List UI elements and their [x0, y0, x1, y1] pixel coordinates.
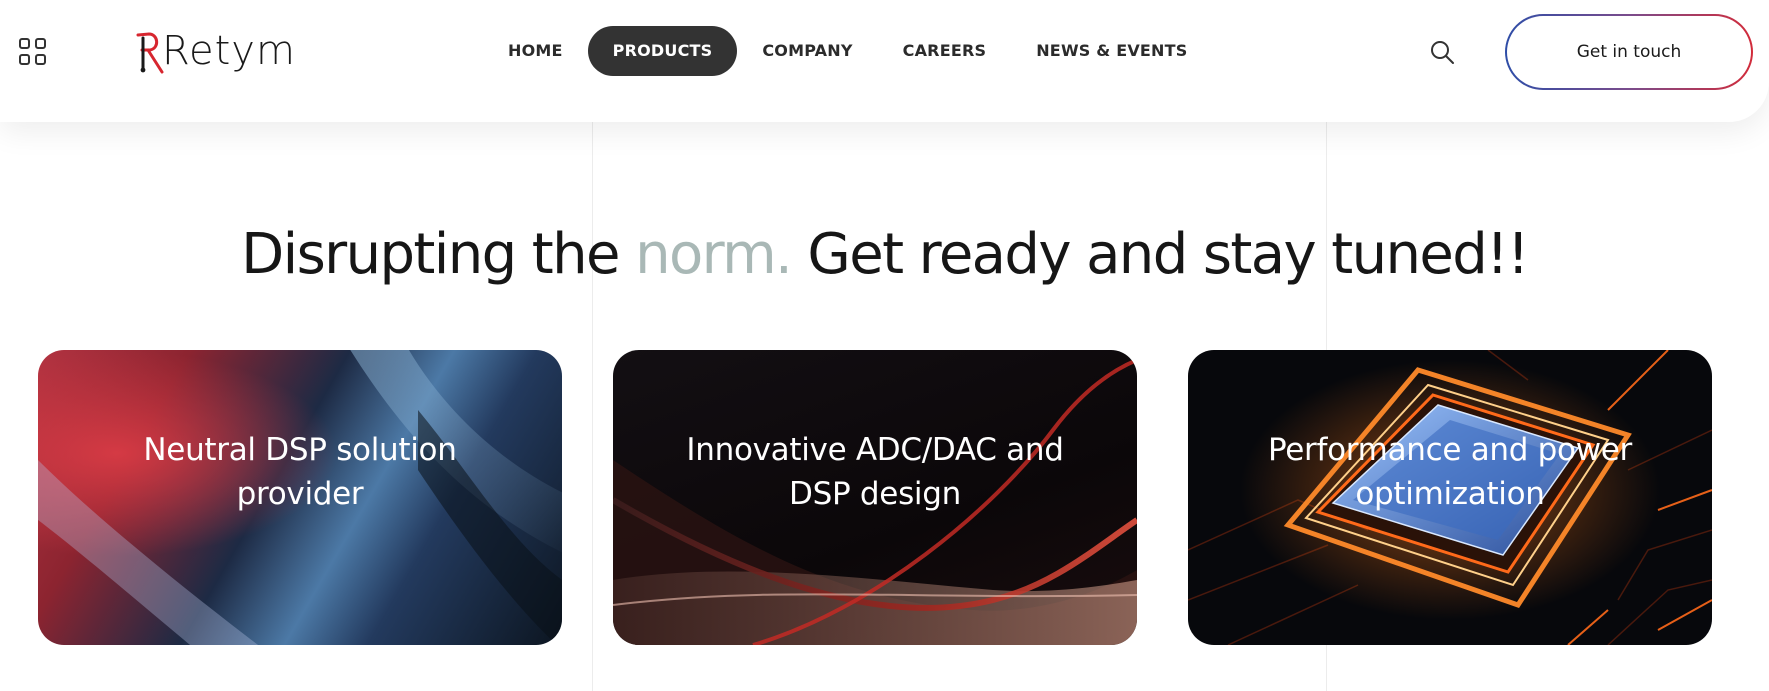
nav-item-products[interactable]: PRODUCTS [587, 26, 738, 76]
nav-item-news-events[interactable]: NEWS & EVENTS [1011, 26, 1212, 76]
grid-menu-icon[interactable] [19, 38, 47, 66]
feature-card-performance[interactable]: Performance and power optimization [1188, 350, 1712, 645]
search-icon[interactable] [1428, 38, 1456, 66]
page: Retym HOME PRODUCTS COMPANY CAREERS NEWS… [0, 0, 1769, 691]
logo-text: Retym [162, 28, 296, 74]
card-title: Neutral DSP solution provider [143, 432, 457, 512]
get-in-touch-button[interactable]: Get in touch [1505, 14, 1753, 90]
nav-item-company[interactable]: COMPANY [737, 26, 877, 76]
nav-item-home[interactable]: HOME [488, 26, 588, 76]
headline-part2: Get ready and stay tuned!! [791, 222, 1529, 287]
headline-part1: Disrupting the [241, 222, 636, 287]
feature-card-adc-dac[interactable]: Innovative ADC/DAC and DSP design [613, 350, 1137, 645]
nav-item-careers[interactable]: CAREERS [878, 26, 1012, 76]
feature-card-dsp-solution[interactable]: Neutral DSP solution provider [38, 350, 562, 645]
top-header: Retym HOME PRODUCTS COMPANY CAREERS NEWS… [0, 0, 1769, 122]
card-title: Innovative ADC/DAC and DSP design [686, 432, 1064, 512]
headline-muted-word: norm. [635, 222, 793, 287]
get-in-touch-label: Get in touch [1507, 16, 1751, 88]
logo[interactable]: Retym [134, 26, 296, 74]
main-nav: HOME PRODUCTS COMPANY CAREERS NEWS & EVE… [488, 26, 1212, 76]
hero-headline: Disrupting the norm. Get ready and stay … [0, 222, 1769, 287]
card-title: Performance and power optimization [1268, 432, 1632, 512]
guide-line [592, 120, 593, 691]
